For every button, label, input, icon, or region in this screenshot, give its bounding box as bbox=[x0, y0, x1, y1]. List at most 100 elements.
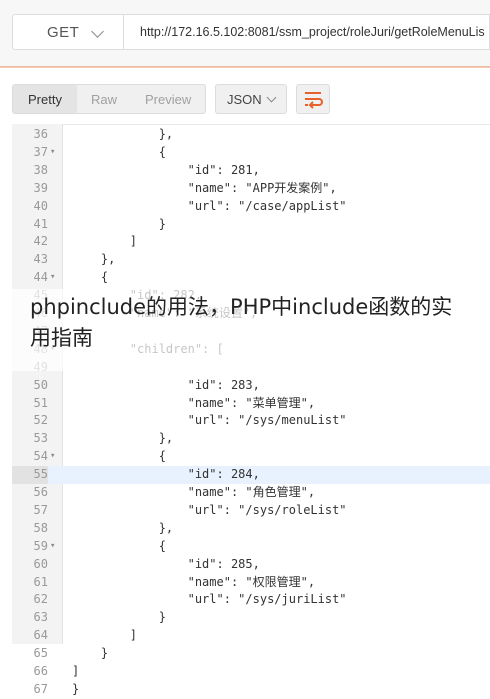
code-text: "id": 283, bbox=[72, 377, 260, 392]
code-line: 52 "url": "/sys/menuList" bbox=[12, 412, 490, 430]
line-number: 62 bbox=[33, 592, 48, 607]
code-line: 56 "name": "角色管理", bbox=[12, 484, 490, 502]
code-line: 57 "url": "/sys/roleList" bbox=[12, 502, 490, 520]
code-text: { bbox=[72, 270, 109, 285]
format-dropdown[interactable]: JSON bbox=[215, 84, 287, 114]
code-line: 44 ▾ { bbox=[12, 269, 490, 287]
code-line: 42 ] bbox=[12, 233, 490, 251]
line-number: 60 bbox=[33, 556, 48, 571]
code-text: "id": 285, bbox=[72, 556, 260, 571]
code-text: "id": 281, bbox=[72, 162, 260, 177]
code-line: 58 }, bbox=[12, 520, 490, 538]
code-line: 65 } bbox=[12, 645, 490, 663]
tab-preview[interactable]: Preview bbox=[145, 92, 191, 107]
code-text: }, bbox=[72, 252, 116, 267]
code-line: 50 "id": 283, bbox=[12, 377, 490, 395]
code-text: { bbox=[72, 144, 166, 159]
code-line: 53 }, bbox=[12, 430, 490, 448]
line-number: 63 bbox=[33, 610, 48, 625]
line-number: 52 bbox=[33, 413, 48, 428]
line-number: 61 bbox=[33, 574, 48, 589]
url-input[interactable]: http://172.16.5.102:8081/ssm_project/rol… bbox=[124, 14, 490, 50]
code-text: ] bbox=[72, 234, 138, 249]
view-tab-group: Pretty Raw Preview bbox=[12, 84, 206, 114]
code-text: "url": "/sys/menuList" bbox=[72, 413, 347, 428]
code-text: "url": "/sys/roleList" bbox=[72, 502, 347, 517]
tab-pretty[interactable]: Pretty bbox=[28, 92, 62, 107]
line-number: 36 bbox=[33, 127, 48, 141]
fold-toggle-icon[interactable]: ▾ bbox=[50, 269, 55, 287]
code-line: 41 } bbox=[12, 216, 490, 234]
code-text: ] bbox=[72, 664, 80, 678]
code-line: 51 "name": "菜单管理", bbox=[12, 395, 490, 413]
method-dropdown[interactable]: GET bbox=[12, 14, 124, 50]
line-number: 65 bbox=[33, 646, 48, 661]
code-line: 38 "id": 281, bbox=[12, 162, 490, 180]
code-text: }, bbox=[72, 127, 174, 141]
line-number: 67 bbox=[33, 681, 48, 696]
line-number: 42 bbox=[33, 234, 48, 249]
line-number: 38 bbox=[33, 162, 48, 177]
method-label: GET bbox=[47, 24, 80, 41]
fold-toggle-icon[interactable]: ▾ bbox=[50, 538, 55, 556]
code-text: } bbox=[72, 216, 166, 231]
code-line: 59 ▾ { bbox=[12, 538, 490, 556]
code-text: ] bbox=[72, 628, 138, 643]
wrap-lines-button[interactable] bbox=[296, 84, 330, 114]
code-text: "url": "/sys/juriList" bbox=[72, 592, 347, 607]
code-text: "name": "权限管理", bbox=[72, 574, 316, 589]
format-label: JSON bbox=[227, 92, 262, 107]
line-number: 39 bbox=[33, 180, 48, 195]
code-text: }, bbox=[72, 520, 174, 535]
code-line: 54 ▾ { bbox=[12, 448, 490, 466]
line-number: 57 bbox=[33, 502, 48, 517]
code-line: 60 "id": 285, bbox=[12, 556, 490, 574]
code-line: 66] bbox=[12, 663, 490, 681]
code-line: 39 "name": "APP开发案例", bbox=[12, 180, 490, 198]
code-text: "url": "/case/appList" bbox=[72, 198, 347, 213]
line-number: 43 bbox=[33, 252, 48, 267]
line-number: 37 bbox=[33, 144, 48, 159]
code-text: } bbox=[72, 610, 166, 625]
wrap-lines-icon bbox=[305, 92, 323, 109]
line-number: 66 bbox=[33, 664, 48, 678]
line-number: 53 bbox=[33, 431, 48, 446]
line-number: 50 bbox=[33, 377, 48, 392]
line-number: 59 bbox=[33, 538, 48, 553]
fold-toggle-icon[interactable]: ▾ bbox=[50, 448, 55, 466]
line-number: 64 bbox=[33, 628, 48, 643]
code-text: } bbox=[72, 681, 80, 696]
code-text: "name": "APP开发案例", bbox=[72, 180, 337, 195]
code-text: { bbox=[72, 449, 166, 464]
code-line: 67} bbox=[12, 681, 490, 699]
code-line: 40 "url": "/case/appList" bbox=[12, 198, 490, 216]
code-text: } bbox=[72, 646, 109, 661]
code-line: 37 ▾ { bbox=[12, 144, 490, 162]
overlay-title: phpinclude的用法，PHP中include函数的实用指南 bbox=[30, 295, 453, 350]
line-number: 51 bbox=[33, 395, 48, 410]
code-line: 62 "url": "/sys/juriList" bbox=[12, 591, 490, 609]
code-line: 36 }, bbox=[12, 126, 490, 144]
code-line: 61 "name": "权限管理", bbox=[12, 574, 490, 592]
chevron-down-icon bbox=[91, 25, 104, 38]
code-line: 43 }, bbox=[12, 251, 490, 269]
code-text: { bbox=[72, 538, 166, 553]
line-number: 58 bbox=[33, 520, 48, 535]
line-number: 40 bbox=[33, 198, 48, 213]
line-number: 54 bbox=[33, 449, 48, 464]
tab-raw[interactable]: Raw bbox=[91, 92, 117, 107]
code-text: "name": "角色管理", bbox=[72, 485, 316, 499]
line-number: 44 bbox=[33, 270, 48, 285]
code-text: }, bbox=[72, 431, 174, 446]
line-number: 56 bbox=[33, 485, 48, 499]
request-bar: GET http://172.16.5.102:8081/ssm_project… bbox=[0, 0, 490, 67]
url-value: http://172.16.5.102:8081/ssm_project/rol… bbox=[140, 25, 485, 39]
code-line: 55 "id": 284, bbox=[12, 466, 490, 484]
fold-toggle-icon[interactable]: ▾ bbox=[50, 144, 55, 162]
line-number: 55 bbox=[12, 466, 48, 484]
code-text: "name": "菜单管理", bbox=[72, 395, 316, 410]
code-text: "id": 284, bbox=[72, 467, 260, 482]
line-number: 41 bbox=[33, 216, 48, 231]
chevron-down-icon bbox=[266, 92, 277, 103]
code-line: 63 } bbox=[12, 609, 490, 627]
